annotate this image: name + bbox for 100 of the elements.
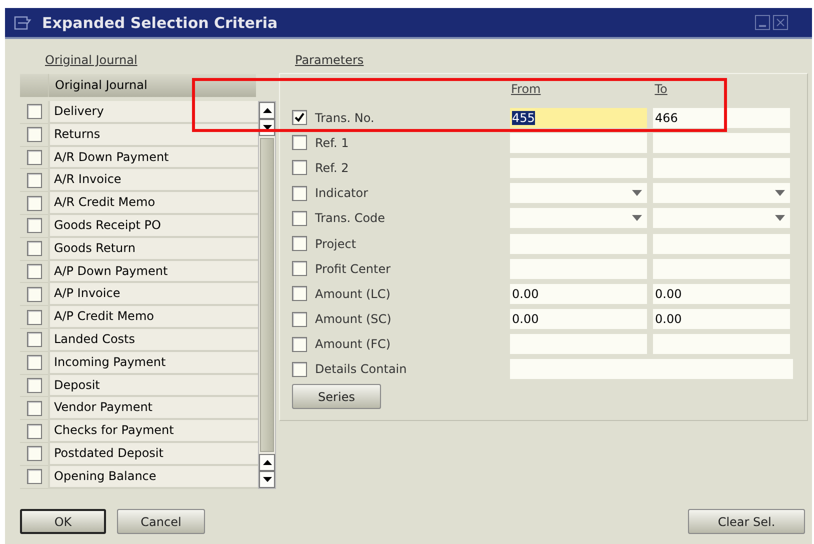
field-label: Project xyxy=(315,236,356,251)
checkbox[interactable] xyxy=(292,362,307,377)
checkbox[interactable] xyxy=(26,150,42,165)
scroll-thumb[interactable] xyxy=(260,138,274,452)
table-cell: Delivery xyxy=(48,101,258,124)
input-field[interactable] xyxy=(653,132,790,153)
up-arrow-icon xyxy=(262,460,272,465)
dropdown-field[interactable] xyxy=(510,183,647,204)
table-cell: Deposit xyxy=(48,374,258,398)
series-button[interactable]: Series xyxy=(292,384,381,410)
table-cell: Postdated Deposit xyxy=(48,442,258,466)
input-field[interactable]: 0.00 xyxy=(653,284,790,304)
input-field[interactable] xyxy=(510,158,647,178)
column-heading: From xyxy=(511,82,541,98)
input-field[interactable]: 0.00 xyxy=(510,284,647,304)
field-label: Ref. 1 xyxy=(315,136,349,150)
table-cell: A/P Credit Memo xyxy=(48,306,258,329)
dropdown-arrow-icon xyxy=(632,215,642,222)
dropdown-arrow-icon xyxy=(632,190,642,196)
input-field[interactable] xyxy=(653,158,790,178)
header-cell xyxy=(20,74,49,97)
input-field[interactable] xyxy=(510,359,793,380)
close-icon[interactable] xyxy=(773,15,788,30)
table-cell: A/P Down Payment xyxy=(48,260,258,284)
checkbox[interactable] xyxy=(292,286,307,302)
dropdown-arrow-icon xyxy=(775,190,785,196)
ok-button[interactable]: OK xyxy=(20,509,106,534)
scroll-up-button[interactable] xyxy=(259,102,275,119)
checkbox[interactable] xyxy=(292,186,307,201)
scroll-up-button[interactable] xyxy=(259,454,275,471)
field-label: Ref. 2 xyxy=(315,160,349,175)
input-field[interactable] xyxy=(510,334,647,354)
checkbox[interactable] xyxy=(26,241,42,256)
table-cell: Landed Costs xyxy=(48,328,258,352)
field-label: Profit Center xyxy=(315,262,391,276)
dropdown-arrow-icon xyxy=(775,215,785,222)
dropdown-field[interactable] xyxy=(653,208,790,228)
table-cell: A/R Credit Memo xyxy=(48,192,258,215)
checkbox[interactable] xyxy=(26,104,42,120)
input-field[interactable]: 0.00 xyxy=(653,309,790,330)
checkbox[interactable] xyxy=(292,312,307,327)
checkbox[interactable] xyxy=(26,469,42,484)
table-cell: Vendor Payment xyxy=(48,397,258,420)
checkbox[interactable] xyxy=(26,310,42,325)
input-field[interactable] xyxy=(653,234,790,254)
table-cell: A/P Invoice xyxy=(48,283,258,306)
column-heading: To xyxy=(654,82,668,98)
field-label: Amount (LC) xyxy=(315,286,390,301)
checkbox[interactable] xyxy=(292,160,307,176)
field-label: Amount (SC) xyxy=(315,312,392,326)
checkbox[interactable] xyxy=(26,264,42,279)
table-cell: A/R Down Payment xyxy=(48,146,258,170)
checkbox[interactable] xyxy=(26,196,42,211)
checkbox[interactable] xyxy=(26,286,42,302)
checkbox[interactable] xyxy=(26,355,42,370)
minimize-icon[interactable] xyxy=(755,15,770,30)
window-title: Expanded Selection Criteria xyxy=(42,14,278,32)
input-field[interactable] xyxy=(510,132,647,153)
input-field[interactable]: 455 xyxy=(510,108,647,128)
checkbox[interactable] xyxy=(292,336,307,352)
cancel-button[interactable]: Cancel xyxy=(117,509,205,534)
input-field[interactable]: 0.00 xyxy=(510,309,647,330)
input-field[interactable] xyxy=(653,258,790,279)
scroll-down-button[interactable] xyxy=(259,471,275,488)
input-field[interactable]: 466 xyxy=(653,108,790,128)
input-field[interactable] xyxy=(510,258,647,279)
clear-selection-button[interactable]: Clear Sel. xyxy=(688,509,805,534)
table-cell: Incoming Payment xyxy=(48,352,258,375)
table-cell: Opening Balance xyxy=(48,466,258,489)
dropdown-field[interactable] xyxy=(510,208,647,228)
table-cell: Checks for Payment xyxy=(48,420,258,443)
field-label: Trans. No. xyxy=(315,110,374,125)
field-label: Indicator xyxy=(315,186,368,200)
input-field[interactable] xyxy=(653,334,790,354)
input-field[interactable] xyxy=(510,234,647,254)
checkbox[interactable] xyxy=(292,135,307,150)
checkbox[interactable] xyxy=(26,446,42,462)
checkbox[interactable] xyxy=(292,210,307,226)
checkbox[interactable] xyxy=(26,172,42,188)
checkbox[interactable] xyxy=(26,332,42,348)
section-label: Parameters xyxy=(295,53,364,67)
checkbox[interactable] xyxy=(292,261,307,276)
checkbox[interactable] xyxy=(26,424,42,439)
section-label: Original Journal xyxy=(45,53,138,67)
window-icon xyxy=(14,16,32,30)
dropdown-field[interactable] xyxy=(653,183,790,204)
checkbox[interactable] xyxy=(26,218,42,234)
field-label: Details Contain xyxy=(315,362,407,376)
down-arrow-icon xyxy=(262,477,272,482)
column-header[interactable]: Original Journal xyxy=(49,74,256,97)
checkbox[interactable] xyxy=(26,378,42,393)
up-arrow-icon xyxy=(262,108,272,113)
checkbox[interactable] xyxy=(292,236,307,252)
down-arrow-icon xyxy=(262,125,272,130)
scroll-bar[interactable] xyxy=(258,101,276,489)
checkbox[interactable] xyxy=(26,127,42,142)
checkbox[interactable] xyxy=(26,400,42,416)
field-label: Trans. Code xyxy=(315,211,386,226)
table-cell: Goods Return xyxy=(48,238,258,261)
checkbox[interactable] xyxy=(292,110,307,126)
